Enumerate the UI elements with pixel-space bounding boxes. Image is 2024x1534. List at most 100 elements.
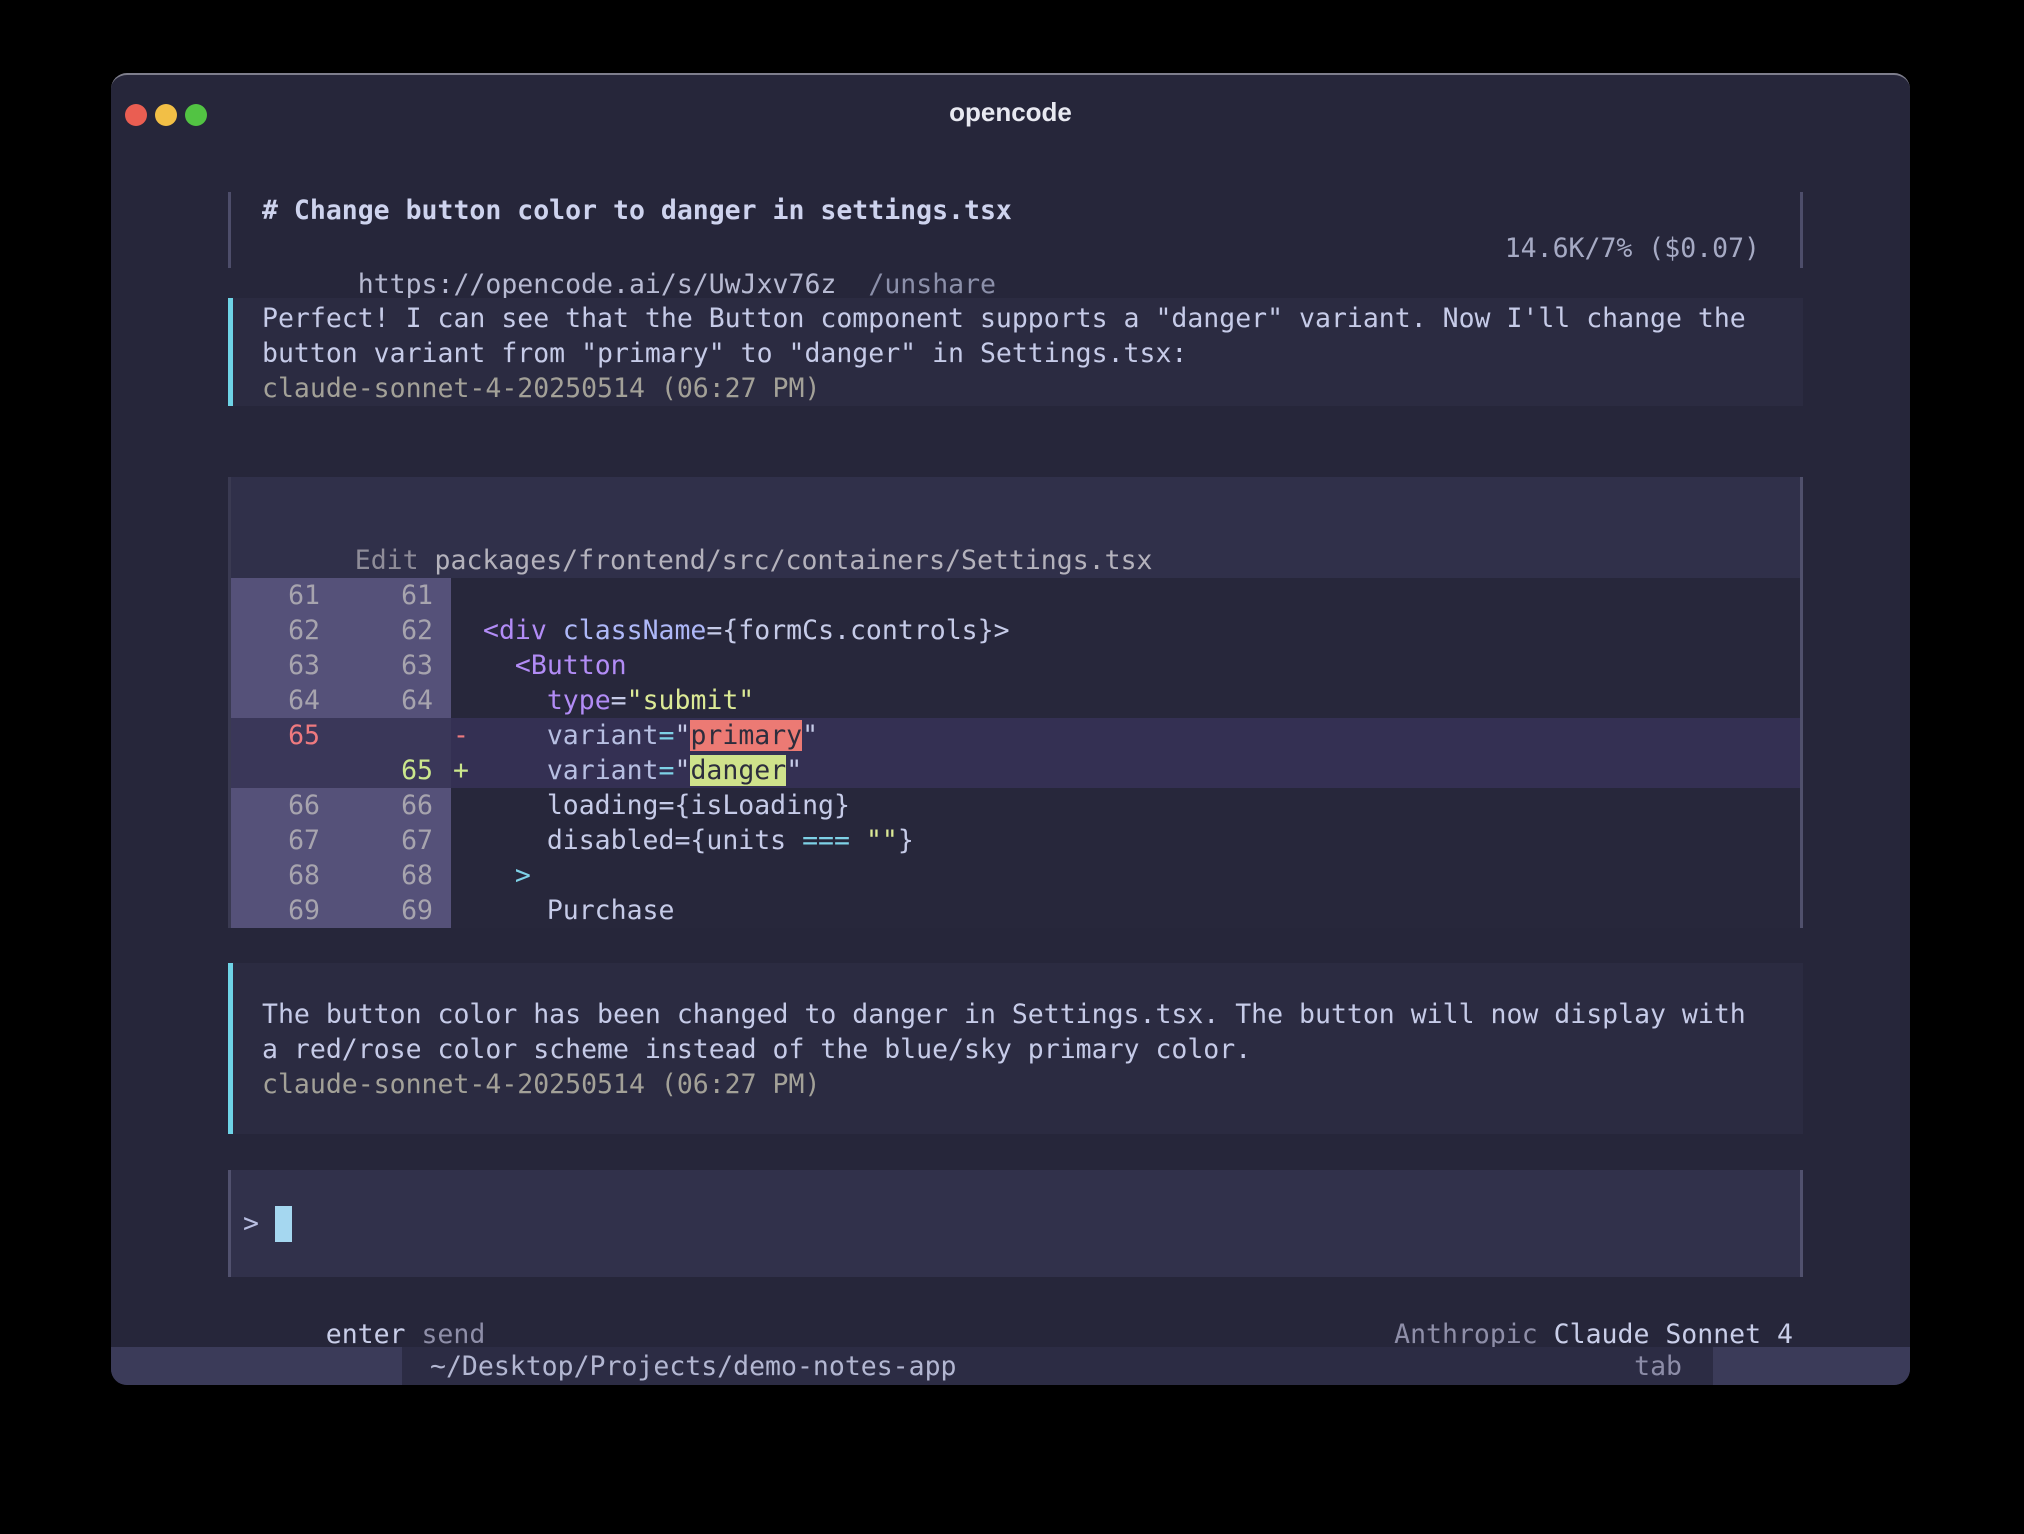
edit-tool-header: Edit packages/frontend/src/containers/Se… — [231, 477, 1800, 543]
diff-code: Purchase — [483, 893, 674, 928]
diff-code-segment: === — [802, 825, 850, 856]
unshare-command[interactable]: /unshare — [868, 269, 996, 300]
diff-old-line-number: 65 — [231, 718, 320, 753]
diff-code-segment — [547, 615, 563, 646]
diff-sign — [451, 613, 483, 648]
diff-code: variant="primary" — [483, 718, 818, 753]
diff-code-segment: loading={isLoading} — [483, 790, 850, 821]
diff-row: 6363 <Button — [231, 648, 1800, 683]
diff-new-line-number: 69 — [320, 893, 433, 928]
diff-old-line-number: 69 — [231, 893, 320, 928]
diff-sign — [451, 893, 483, 928]
diff-gutter: 6767 — [231, 823, 451, 858]
provider-label: Anthropic — [1394, 1319, 1554, 1350]
diff-gutter: 65 — [231, 718, 451, 753]
diff-code: <Button — [483, 648, 627, 683]
diff-new-line-number: 65 — [320, 753, 433, 788]
edit-tool-panel: Edit packages/frontend/src/containers/Se… — [228, 477, 1803, 928]
model-label: Claude Sonnet 4 — [1554, 1319, 1793, 1350]
message-meta: claude-sonnet-4-20250514 (06:27 PM) — [262, 371, 1803, 406]
diff-code-segment: "submit" — [627, 685, 755, 716]
send-label: send — [406, 1319, 486, 1350]
diff-new-line-number: 62 — [320, 613, 433, 648]
diff-code-segment: <div — [483, 615, 547, 646]
diff-code-segment: > — [515, 860, 531, 891]
diff-sign — [451, 858, 483, 893]
diff-code-segment — [850, 825, 866, 856]
diff-row: 6464 type="submit" — [231, 683, 1800, 718]
message-meta: claude-sonnet-4-20250514 (06:27 PM) — [262, 1067, 1803, 1102]
diff-gutter: 6363 — [231, 648, 451, 683]
diff-sign — [451, 788, 483, 823]
diff-old-line-number: 67 — [231, 823, 320, 858]
diff-gutter: 6464 — [231, 683, 451, 718]
diff-code-segment: = — [659, 720, 675, 751]
diff-gutter: 6262 — [231, 613, 451, 648]
diff-old-line-number: 62 — [231, 613, 320, 648]
diff-new-line-number: 63 — [320, 648, 433, 683]
diff-row: 6969 Purchase — [231, 893, 1800, 928]
window-titlebar: opencode — [111, 75, 1910, 131]
diff-row: 6262 <div className={formCs.controls}> — [231, 613, 1800, 648]
mode-indicator[interactable]: BUILD MODE — [1713, 1347, 1910, 1385]
assistant-message: Perfect! I can see that the Button compo… — [228, 298, 1803, 406]
session-header: # Change button color to danger in setti… — [228, 192, 1803, 268]
diff-old-line-number: 61 — [231, 578, 320, 613]
diff-code-segment: "" — [866, 825, 898, 856]
diff-new-line-number: 68 — [320, 858, 433, 893]
diff-code-segment: disabled={units — [483, 825, 802, 856]
opencode-window: opencode # Change button color to danger… — [111, 73, 1910, 1385]
diff-row: 65+ variant="danger" — [231, 753, 1800, 788]
diff-row: 6767 disabled={units === ""} — [231, 823, 1800, 858]
diff-code-segment: " — [802, 720, 818, 751]
diff-code-segment: " — [674, 720, 690, 751]
diff-sign — [451, 648, 483, 683]
diff-new-line-number: 61 — [320, 578, 433, 613]
diff-code: disabled={units === ""} — [483, 823, 914, 858]
diff-code-segment: variant — [547, 720, 659, 751]
diff-old-line-number — [231, 753, 320, 788]
diff-code-segment: danger — [690, 755, 786, 786]
diff-code: <div className={formCs.controls}> — [483, 613, 1010, 648]
diff-code-segment: primary — [690, 720, 802, 751]
diff-code-segment: className — [563, 615, 707, 646]
diff-row: 65- variant="primary" — [231, 718, 1800, 753]
diff-new-line-number: 67 — [320, 823, 433, 858]
diff-sign — [451, 823, 483, 858]
diff-row: 6161 — [231, 578, 1800, 613]
message-text-line: The button color has been changed to dan… — [262, 997, 1803, 1032]
diff-old-line-number: 63 — [231, 648, 320, 683]
diff-code: > — [483, 858, 531, 893]
diff-row: 6868 > — [231, 858, 1800, 893]
diff-sign — [451, 683, 483, 718]
diff-gutter: 6161 — [231, 578, 451, 613]
diff-code-segment: ={formCs.controls}> — [706, 615, 1009, 646]
diff-sign — [451, 578, 483, 613]
session-title: # Change button color to danger in setti… — [231, 192, 1800, 229]
diff-code-segment: Purchase — [483, 895, 674, 926]
prompt-input[interactable]: > — [228, 1170, 1803, 1277]
diff-old-line-number: 66 — [231, 788, 320, 823]
diff-old-line-number: 68 — [231, 858, 320, 893]
diff-new-line-number: 66 — [320, 788, 433, 823]
diff-code-segment — [483, 860, 515, 891]
edit-action-label: Edit — [355, 545, 419, 576]
session-share-url[interactable]: https://opencode.ai/s/UwJxv76z — [358, 269, 837, 300]
token-usage: 14.6K/7% ($0.07) — [1505, 230, 1760, 267]
prompt-symbol: > — [243, 1208, 259, 1239]
diff-code-segment: = — [611, 685, 627, 716]
diff-code-segment: " — [786, 755, 802, 786]
diff-code-segment: variant — [547, 755, 659, 786]
diff-code-segment — [483, 755, 547, 786]
app-name: opencode v0.3.11 — [111, 1347, 402, 1385]
message-text-line: Perfect! I can see that the Button compo… — [262, 301, 1803, 336]
text-cursor — [275, 1206, 292, 1242]
diff-code-segment: } — [898, 825, 914, 856]
working-directory: ~/Desktop/Projects/demo-notes-app — [430, 1347, 957, 1385]
message-text-line: a red/rose color scheme instead of the b… — [262, 1032, 1803, 1067]
diff-old-line-number: 64 — [231, 683, 320, 718]
assistant-message: The button color has been changed to dan… — [228, 963, 1803, 1134]
diff-code-segment — [483, 650, 515, 681]
edit-file-path — [419, 545, 435, 576]
diff-new-line-number — [320, 718, 433, 753]
